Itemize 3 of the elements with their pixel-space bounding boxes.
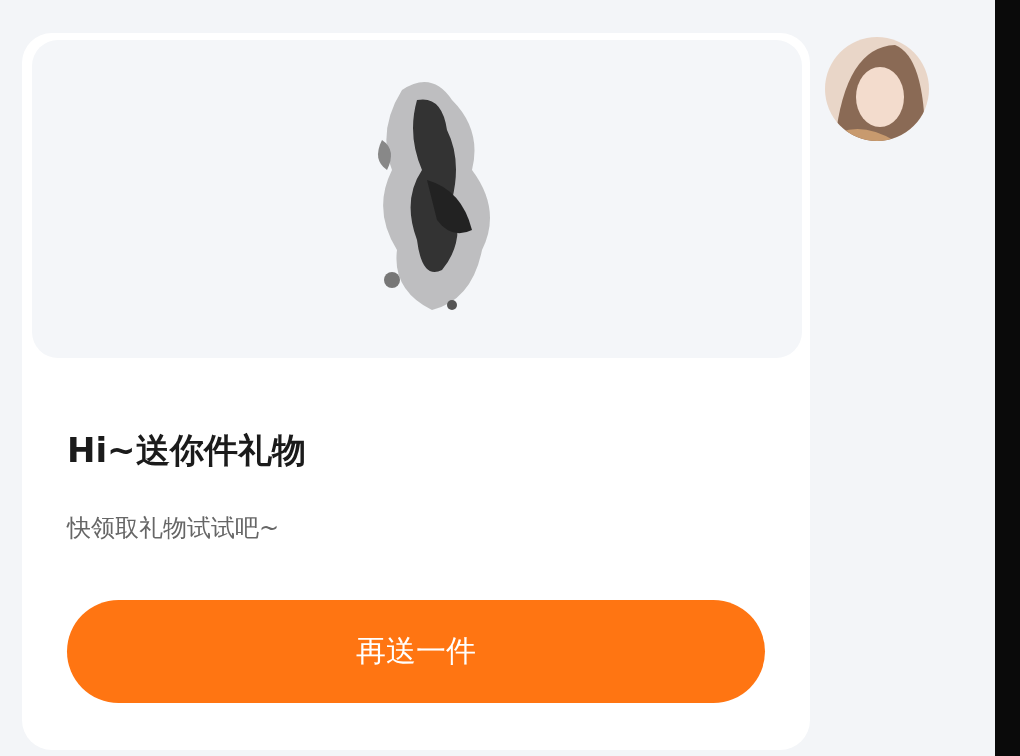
gift-title: Hi~送你件礼物 xyxy=(67,429,307,472)
gift-subtitle: 快领取礼物试试吧~ xyxy=(67,513,281,544)
send-again-button[interactable]: 再送一件 xyxy=(67,600,765,703)
